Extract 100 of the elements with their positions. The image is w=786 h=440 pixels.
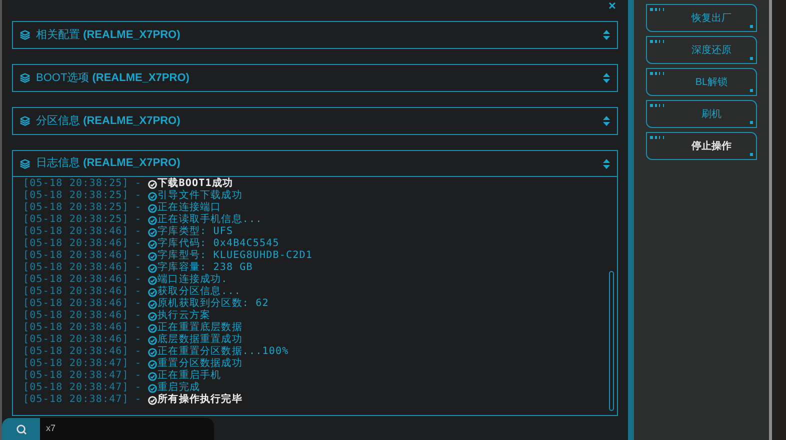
log-message: 重启完成 (158, 382, 200, 394)
action-button[interactable]: 深度还原 (646, 36, 757, 64)
check-circle-icon (148, 336, 157, 344)
corner-square-icon (750, 89, 753, 92)
log-timestamp: [05-18 20:38:46] (23, 262, 129, 274)
check-circle-icon (148, 192, 157, 200)
layers-icon (20, 30, 30, 40)
section-header[interactable]: 日志信息 (REALME_X7PRO) (13, 151, 617, 177)
log-message: 获取分区信息... (158, 286, 242, 298)
log-separator: - (134, 346, 142, 358)
log-message: 所有操作执行完毕 (158, 394, 242, 406)
log-separator: - (134, 334, 142, 346)
log-timestamp: [05-18 20:38:47] (23, 394, 129, 406)
log-separator: - (134, 190, 142, 202)
close-button[interactable]: × (608, 0, 616, 12)
log-separator: - (134, 322, 142, 334)
log-message: 底层数据重置成功 (158, 334, 242, 346)
log-timestamp: [05-18 20:38:25] (23, 202, 129, 214)
check-circle-icon (148, 384, 157, 392)
log-separator: - (134, 370, 142, 382)
log-separator: - (134, 238, 142, 250)
log-timestamp: [05-18 20:38:46] (23, 274, 129, 286)
log-message: 字库代码: 0x4B4C5545 (158, 238, 280, 250)
log-timestamp: [05-18 20:38:47] (23, 370, 129, 382)
log-timestamp: [05-18 20:38:46] (23, 334, 129, 346)
log-message: 端口连接成功. (158, 274, 228, 286)
log-separator: - (134, 298, 142, 310)
corner-square-icon (750, 153, 753, 156)
log-message: 字库容量: 238 GB (158, 262, 253, 274)
log-timestamp: [05-18 20:38:25] (23, 178, 129, 190)
scrollbar-thumb[interactable] (609, 271, 614, 411)
log-timestamp: [05-18 20:38:46] (23, 346, 129, 358)
corner-square-icon (750, 57, 753, 60)
expand-collapse-icon (603, 116, 610, 126)
log-timestamp: [05-18 20:38:46] (23, 226, 129, 238)
log-separator: - (134, 250, 142, 262)
action-button[interactable]: 停止操作 (646, 132, 757, 160)
search-field[interactable]: x7 (40, 418, 214, 440)
dots-icon (650, 72, 666, 75)
log-timestamp: [05-18 20:38:46] (23, 250, 129, 262)
log-timestamp: [05-18 20:38:46] (23, 238, 129, 250)
log-timestamp: [05-18 20:38:46] (23, 298, 129, 310)
log-timestamp: [05-18 20:38:25] (23, 214, 129, 226)
check-circle-icon (148, 240, 157, 248)
action-button[interactable]: 恢复出厂 (646, 4, 757, 32)
log-message: 原机获取到分区数: 62 (158, 298, 269, 310)
log-separator: - (134, 226, 142, 238)
log-timestamp: [05-18 20:38:46] (23, 286, 129, 298)
corner-square-icon (750, 121, 753, 124)
check-circle-icon (148, 372, 157, 380)
log-message: 正在重置底层数据 (158, 322, 242, 334)
check-circle-icon (148, 252, 157, 260)
action-button[interactable]: 刷机 (646, 100, 757, 128)
corner-square-icon (750, 25, 753, 28)
log-message: 正在连接端口 (158, 202, 222, 214)
check-circle-icon (148, 348, 157, 356)
check-circle-icon (148, 288, 157, 296)
log-separator: - (134, 202, 142, 214)
check-circle-icon (148, 264, 157, 272)
expand-collapse-icon (603, 73, 610, 83)
check-circle-icon (148, 324, 157, 332)
check-circle-icon (148, 300, 157, 308)
section-header[interactable]: 相关配置 (REALME_X7PRO) (13, 22, 617, 48)
expand-collapse-icon (603, 158, 610, 168)
check-circle-icon (148, 216, 157, 224)
log-message: 正在读取手机信息... (158, 214, 262, 226)
check-circle-icon (148, 204, 157, 212)
log-timestamp: [05-18 20:38:47] (23, 358, 129, 370)
log-timestamp: [05-18 20:38:47] (23, 382, 129, 394)
log-message: 字库类型: UFS (158, 226, 234, 238)
log-message: 执行云方案 (158, 310, 211, 322)
check-circle-icon (148, 396, 157, 404)
log-timestamp: [05-18 20:38:46] (23, 310, 129, 322)
log-message: 字库型号: KLUEG8UHDB-C2D1 (158, 250, 313, 262)
log-separator: - (134, 178, 142, 190)
log-separator: - (134, 274, 142, 286)
layers-icon (20, 73, 30, 83)
layers-icon (20, 158, 30, 168)
log-timestamp: [05-18 20:38:25] (23, 190, 129, 202)
log-separator: - (134, 214, 142, 226)
check-circle-icon (148, 276, 157, 284)
log-separator: - (134, 310, 142, 322)
log-message: 重置分区数据成功 (158, 358, 242, 370)
search-icon (16, 424, 26, 434)
log-separator: - (134, 394, 142, 406)
section-header[interactable]: 分区信息 (REALME_X7PRO) (13, 108, 617, 134)
action-button[interactable]: BL解锁 (646, 68, 757, 96)
log-separator: - (134, 262, 142, 274)
layers-icon (20, 116, 30, 126)
log-timestamp: [05-18 20:38:46] (23, 322, 129, 334)
log-separator: - (134, 382, 142, 394)
section-header[interactable]: BOOT选项 (REALME_X7PRO) (13, 65, 617, 91)
log-message: 正在重启手机 (158, 370, 222, 382)
search-button[interactable] (2, 418, 40, 440)
dots-icon (650, 104, 666, 107)
log-separator: - (134, 358, 142, 370)
dots-icon (650, 8, 666, 11)
dots-icon (650, 136, 666, 139)
log-message: 正在重置分区数据...100% (158, 346, 289, 358)
check-circle-icon (148, 312, 157, 320)
